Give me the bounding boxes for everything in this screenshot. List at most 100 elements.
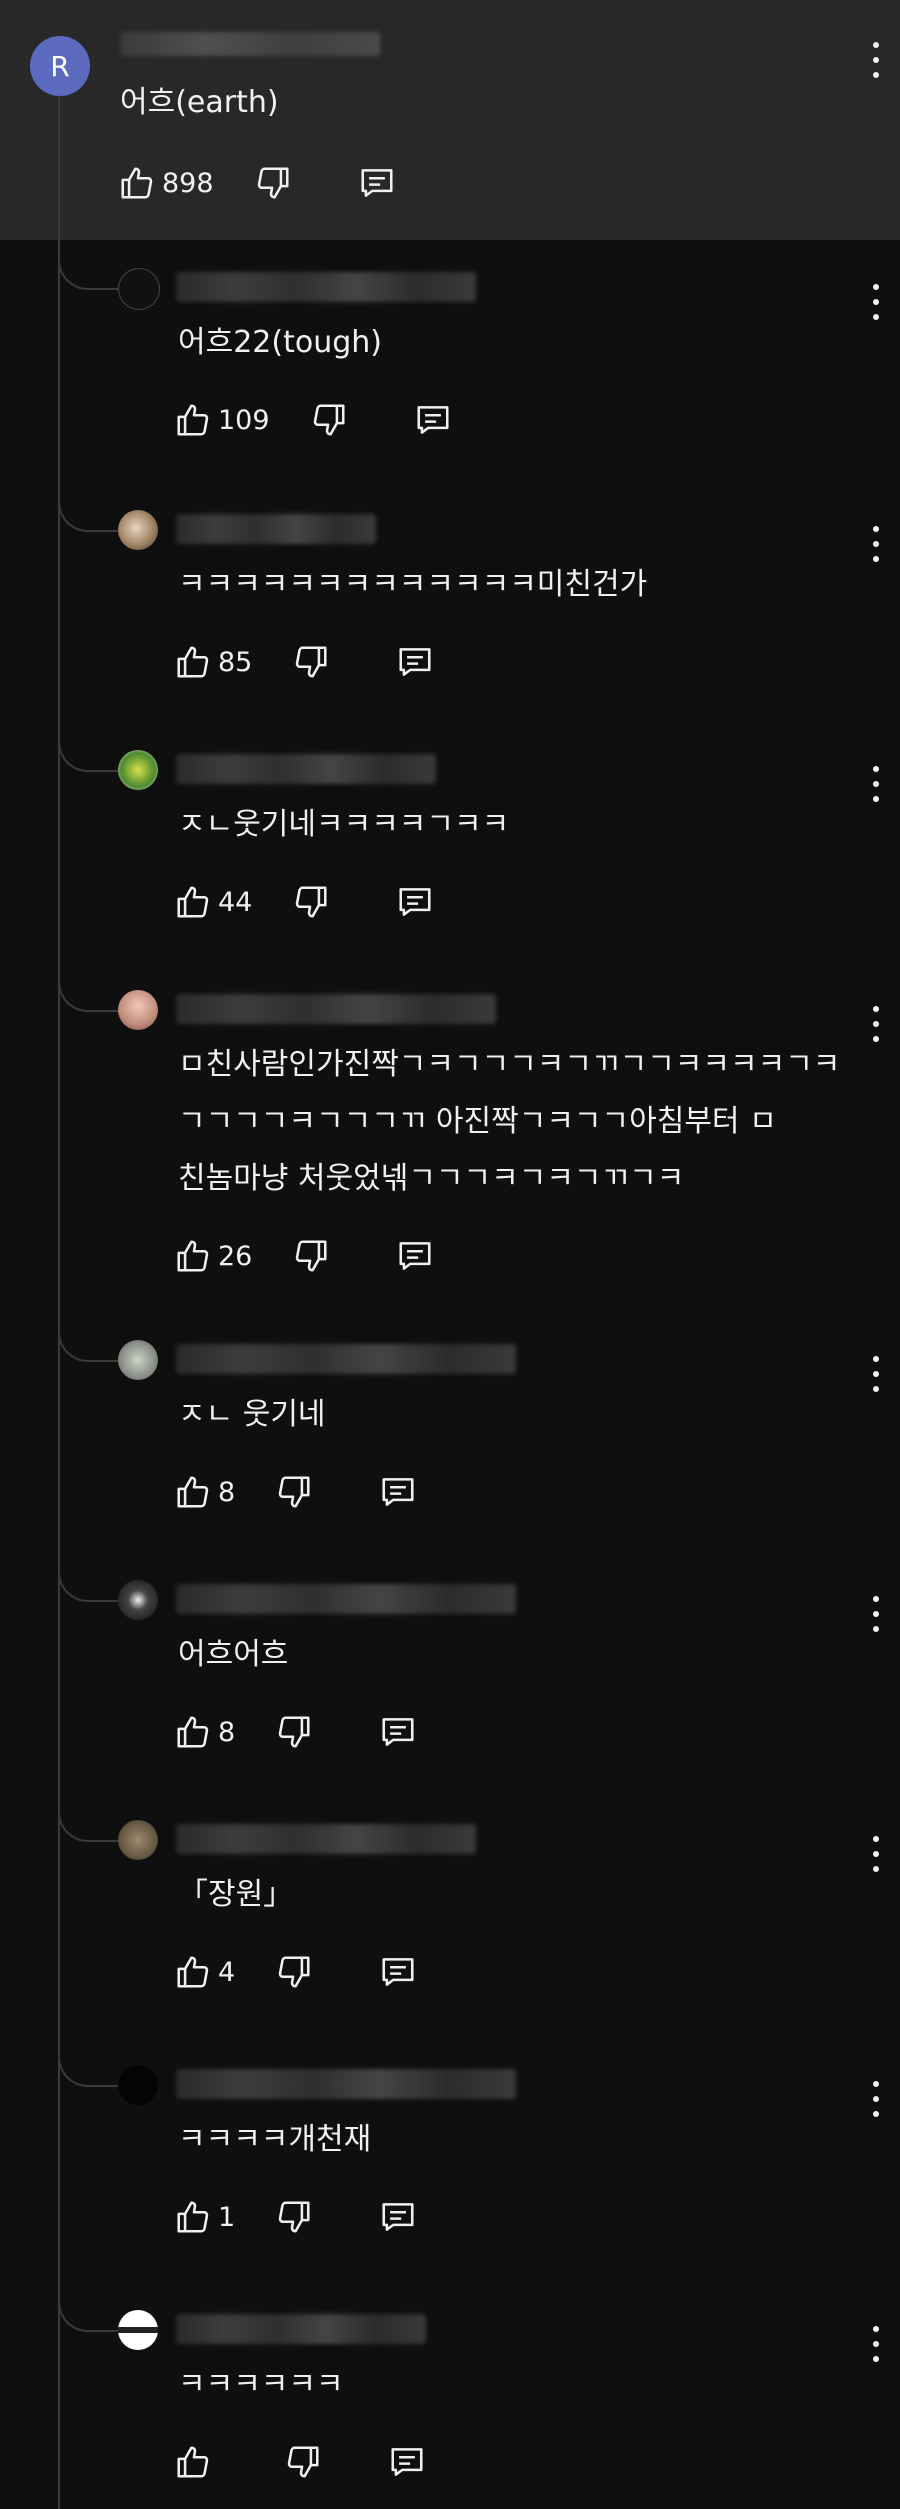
more-options-button[interactable]: [868, 2326, 884, 2362]
comment-text: ㅈㄴ 웃기네: [178, 1397, 326, 1432]
reply-comment-icon: [361, 169, 393, 197]
more-options-button[interactable]: [868, 1596, 884, 1632]
more-vertical-icon: [873, 2326, 879, 2332]
more-options-button[interactable]: [868, 1006, 884, 1042]
more-options-button[interactable]: [868, 42, 884, 78]
like-count: 8: [218, 1716, 236, 1748]
more-vertical-icon: [873, 1006, 879, 1012]
avatar[interactable]: [118, 1340, 158, 1380]
avatar[interactable]: [118, 1820, 158, 1860]
comment-text: 어흐22(tough): [178, 325, 382, 360]
reply-button[interactable]: [379, 2198, 417, 2236]
like-button[interactable]: 4: [174, 1953, 235, 1991]
more-options-button[interactable]: [868, 2081, 884, 2117]
like-button[interactable]: 26: [174, 1237, 252, 1275]
thumbs-down-icon: [287, 2446, 319, 2478]
like-count: 8: [218, 1476, 236, 1508]
like-button[interactable]: 8: [174, 1473, 235, 1511]
dislike-button[interactable]: [275, 1713, 313, 1751]
dislike-button[interactable]: [292, 1237, 330, 1275]
like-button[interactable]: 44: [174, 883, 252, 921]
like-button[interactable]: 109: [174, 401, 270, 439]
more-options-button[interactable]: [868, 1836, 884, 1872]
reply-comment-icon: [382, 2203, 414, 2231]
main-comment: R 어흐(earth) 898: [0, 0, 900, 240]
avatar[interactable]: [118, 1580, 158, 1620]
avatar[interactable]: [118, 990, 158, 1030]
thumbs-down-icon: [278, 1476, 310, 1508]
thumbs-up-icon: [177, 1240, 209, 1272]
reply-button[interactable]: [396, 1237, 434, 1275]
like-button[interactable]: 1: [174, 2198, 235, 2236]
dislike-button[interactable]: [310, 401, 348, 439]
author-name-redacted[interactable]: [176, 1584, 516, 1614]
avatar[interactable]: R: [30, 36, 90, 96]
author-name-redacted[interactable]: [176, 1824, 476, 1854]
comment-text: 어흐(earth): [120, 85, 279, 120]
dislike-button[interactable]: [275, 2198, 313, 2236]
reply-comment: 어흐어흐 8: [0, 1560, 900, 1767]
comment-text: ㅈㄴ웃기네ㅋㅋㅋㅋㄱㅋㅋ: [178, 807, 510, 842]
reply-button[interactable]: [379, 1713, 417, 1751]
avatar[interactable]: [118, 510, 158, 550]
like-button[interactable]: 8: [174, 1713, 235, 1751]
more-options-button[interactable]: [868, 766, 884, 802]
author-name-redacted[interactable]: [176, 272, 476, 302]
avatar[interactable]: [118, 2310, 158, 2350]
author-name-redacted[interactable]: [176, 994, 496, 1024]
reply-button[interactable]: [379, 1953, 417, 1991]
thumbs-up-icon: [177, 1716, 209, 1748]
thumbs-down-icon: [278, 1716, 310, 1748]
reply-comment-icon: [391, 2448, 423, 2476]
author-name-redacted[interactable]: [176, 2069, 516, 2099]
more-options-button[interactable]: [868, 284, 884, 320]
more-options-button[interactable]: [868, 1356, 884, 1392]
dislike-button[interactable]: [292, 643, 330, 681]
reply-button[interactable]: [414, 401, 452, 439]
like-button[interactable]: [174, 2443, 218, 2481]
avatar-letter: R: [50, 49, 70, 83]
thread-branch: [58, 970, 120, 1012]
reply-comment-icon: [417, 406, 449, 434]
avatar[interactable]: [118, 268, 160, 310]
dislike-button[interactable]: [254, 164, 292, 202]
comment-actions: 44: [174, 877, 434, 927]
reply-button[interactable]: [379, 1473, 417, 1511]
comment-text: ㅋㅋㅋㅋ개천재: [178, 2122, 372, 2157]
dislike-button[interactable]: [275, 1473, 313, 1511]
thumbs-up-icon: [121, 167, 153, 199]
comment-actions: 8: [174, 1467, 417, 1517]
reply-button[interactable]: [396, 643, 434, 681]
dislike-button[interactable]: [292, 883, 330, 921]
author-name-redacted[interactable]: [176, 2314, 426, 2344]
reply-comment-icon: [382, 1478, 414, 1506]
avatar[interactable]: [118, 2065, 158, 2105]
thumbs-down-icon: [296, 1240, 327, 1272]
more-vertical-icon: [873, 1596, 879, 1602]
author-name-redacted[interactable]: [176, 514, 376, 544]
avatar[interactable]: [118, 750, 158, 790]
comment-actions: 85: [174, 637, 434, 687]
dislike-button[interactable]: [284, 2443, 322, 2481]
author-name-redacted[interactable]: [176, 754, 436, 784]
like-button[interactable]: 898: [118, 164, 214, 202]
author-name-redacted[interactable]: [120, 32, 380, 56]
reply-button[interactable]: [388, 2443, 426, 2481]
more-vertical-icon: [873, 766, 879, 772]
author-name-redacted[interactable]: [176, 1344, 516, 1374]
reply-button[interactable]: [396, 883, 434, 921]
more-vertical-icon: [873, 1356, 879, 1362]
thread-branch: [58, 248, 120, 290]
reply-button[interactable]: [358, 164, 396, 202]
like-count: 44: [218, 886, 253, 918]
thread-branch: [58, 1800, 120, 1842]
reply-comment: ㅋㅋㅋㅋㅋㅋㅋㅋㅋㅋㅋㅋㅋ미친건가 85: [0, 490, 900, 697]
reply-comment-icon: [399, 1242, 431, 1270]
thread-branch: [58, 730, 120, 772]
like-button[interactable]: 85: [174, 643, 252, 681]
dislike-button[interactable]: [275, 1953, 313, 1991]
thumbs-down-icon: [257, 167, 289, 199]
comment-text: ㅁ친사람인가진짝ㄱㅋㄱㄱㄱㅋㄱㄲㄱㄱㅋㅋㅋㅋㄱㅋ ㄱㄱㄱㄱㅋㄱㄱㄱㄲ 아진짝ㄱㅋ…: [178, 1047, 841, 1196]
more-options-button[interactable]: [868, 526, 884, 562]
thumbs-up-icon: [177, 2446, 209, 2478]
